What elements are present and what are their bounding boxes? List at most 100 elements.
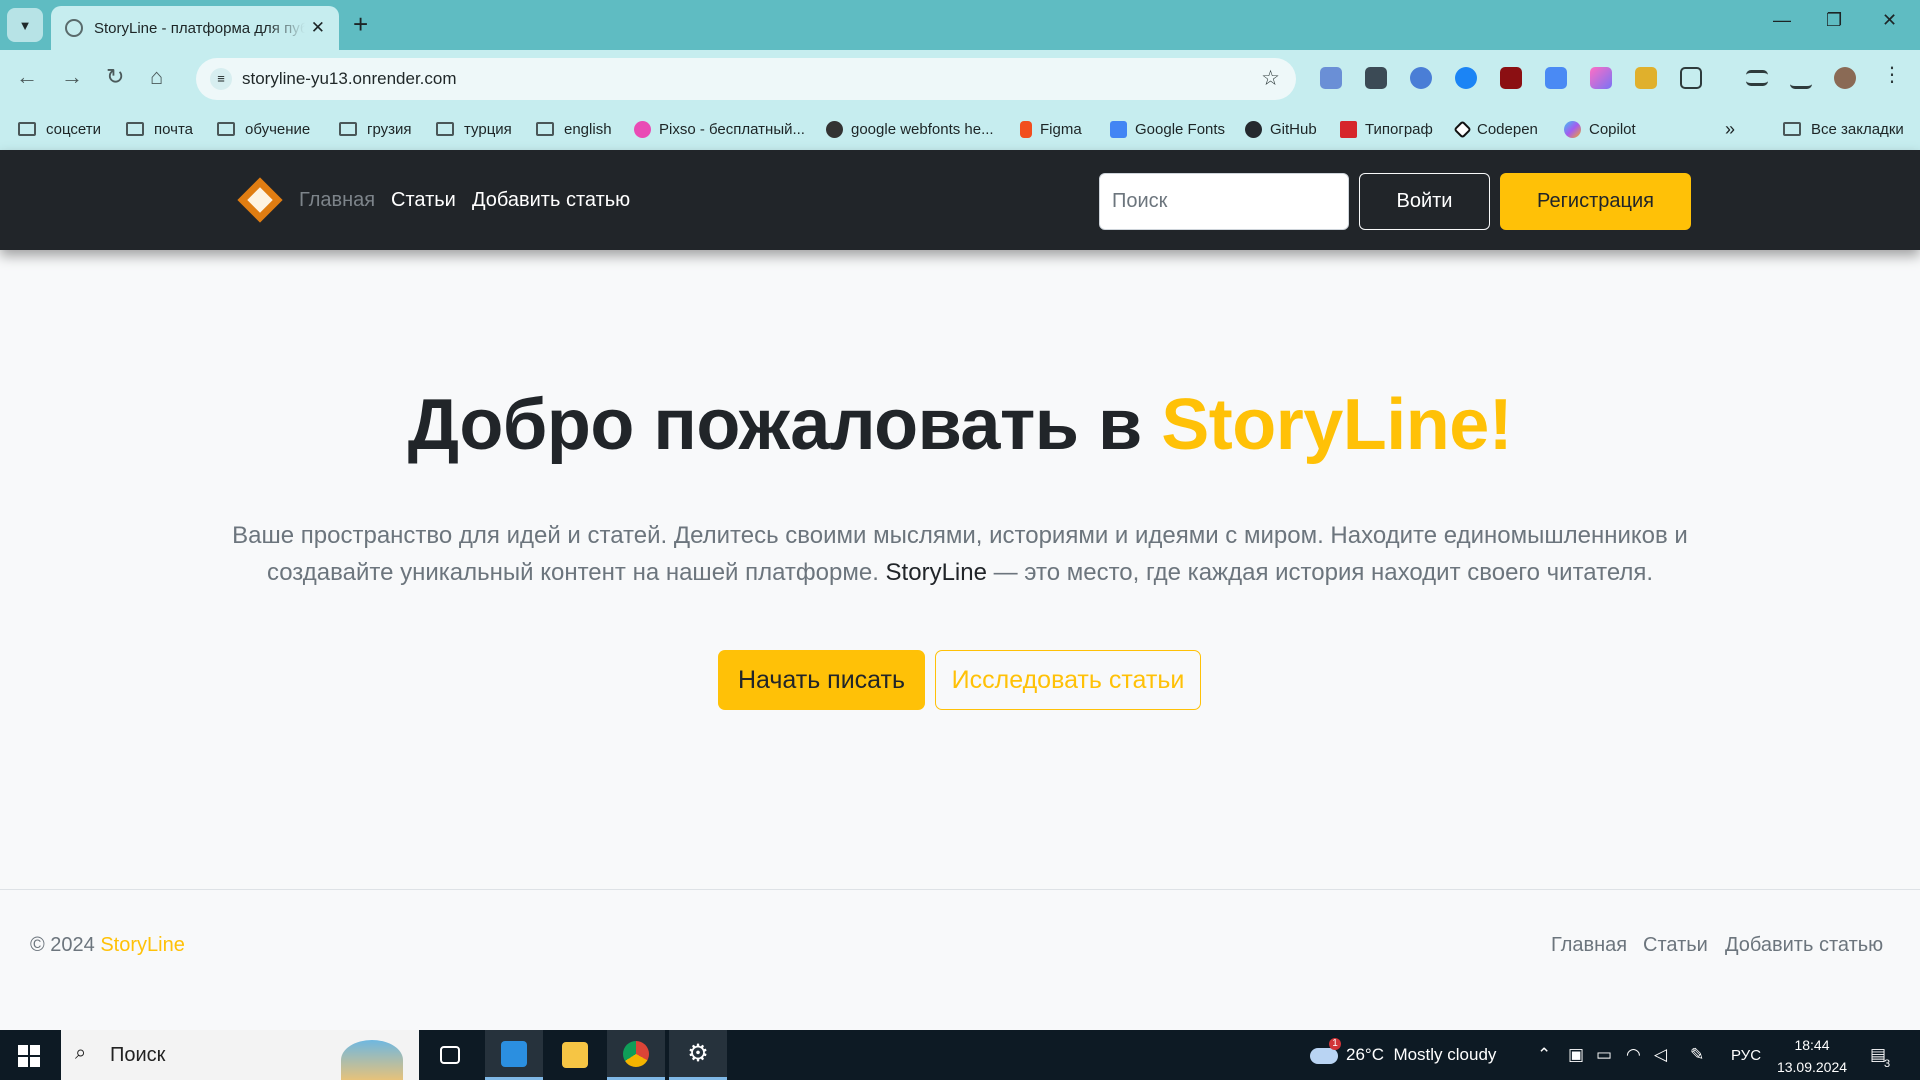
browser-tab-bar: ▼ StoryLine - платформа для публикации с…: [0, 0, 1920, 50]
vscode-icon: [501, 1040, 527, 1067]
folder-icon: [436, 122, 454, 136]
weather-badge: 1: [1329, 1038, 1341, 1050]
bookmark-webfonts[interactable]: google webfonts he...: [826, 117, 994, 141]
bookmark-github[interactable]: GitHub: [1245, 117, 1317, 141]
bookmark-folder[interactable]: почта: [126, 117, 193, 141]
new-tab-button[interactable]: +: [353, 10, 368, 38]
extension-yellow-icon[interactable]: [1635, 67, 1657, 89]
taskbar-search[interactable]: ⌕ Поиск: [61, 1030, 419, 1080]
bookmark-figma[interactable]: Figma: [1020, 117, 1082, 141]
extension-gradient-icon[interactable]: [1590, 67, 1612, 89]
login-button[interactable]: Войти: [1359, 173, 1490, 230]
back-arrow-icon[interactable]: ←: [16, 64, 38, 90]
folder-icon: [562, 1042, 588, 1068]
chevron-down-icon: ▼: [18, 17, 32, 33]
bookmark-star-icon[interactable]: ☆: [1261, 66, 1280, 91]
bookmark-folder[interactable]: грузия: [339, 117, 412, 141]
media-control-icon[interactable]: [1746, 70, 1768, 86]
restore-icon[interactable]: ❐: [1826, 10, 1842, 31]
tab-title: StoryLine - платформа для публикации ста…: [94, 19, 305, 37]
bookmark-codepen[interactable]: Codepen: [1453, 117, 1538, 141]
footer-articles-link[interactable]: Статьи: [1643, 934, 1708, 957]
footer-home-link[interactable]: Главная: [1551, 934, 1627, 957]
vscode-taskbar-button[interactable]: [485, 1030, 543, 1080]
search-icon: ⌕: [75, 1042, 87, 1064]
nav-articles-link[interactable]: Статьи: [391, 189, 456, 212]
wifi-icon[interactable]: ◠: [1626, 1045, 1641, 1065]
ublock-icon[interactable]: [1500, 67, 1522, 89]
battery-icon[interactable]: ▭: [1596, 1045, 1612, 1065]
search-input[interactable]: [1099, 173, 1349, 230]
puzzle-extensions-icon[interactable]: [1680, 67, 1702, 89]
chrome-taskbar-button[interactable]: [607, 1030, 665, 1080]
bookmark-tipograf[interactable]: Типограф: [1340, 117, 1433, 141]
translate-icon[interactable]: [1545, 67, 1567, 89]
footer-divider: [0, 889, 1920, 890]
home-icon[interactable]: ⌂: [150, 64, 163, 90]
extension-robot-icon[interactable]: [1365, 67, 1387, 89]
start-writing-button[interactable]: Начать писать: [718, 650, 925, 710]
footer-brand-link[interactable]: StoryLine: [100, 934, 185, 956]
folder-icon: [339, 122, 357, 136]
bookmark-folder[interactable]: турция: [436, 117, 512, 141]
copilot-icon: [1564, 120, 1581, 138]
search-highlight-image: [341, 1040, 403, 1080]
shazam-icon[interactable]: [1455, 67, 1477, 89]
extension-icon-1[interactable]: [1320, 67, 1342, 89]
volume-icon[interactable]: ◁: [1654, 1045, 1667, 1065]
all-bookmarks[interactable]: Все закладки: [1783, 117, 1904, 141]
globe-icon: [826, 120, 843, 138]
footer-copyright: © 2024 StoryLine: [30, 934, 185, 956]
hero-title-brand: StoryLine!: [1161, 385, 1513, 465]
address-bar[interactable]: ≡ storyline-yu13.onrender.com ☆: [196, 58, 1296, 100]
browser-menu-icon[interactable]: ⋮: [1882, 62, 1904, 86]
download-icon[interactable]: [1790, 67, 1812, 89]
bookmark-folder[interactable]: соцсети: [18, 117, 101, 141]
tipograf-icon: [1340, 120, 1357, 138]
browser-tab-active[interactable]: StoryLine - платформа для публикации ста…: [51, 6, 339, 50]
github-icon: [1245, 120, 1262, 138]
hero-description: Ваше пространство для идей и статей. Дел…: [232, 522, 1688, 586]
reload-icon[interactable]: ↻: [106, 64, 124, 90]
minimize-icon[interactable]: —: [1773, 10, 1791, 31]
tab-search-button[interactable]: ▼: [7, 8, 43, 42]
settings-taskbar-button[interactable]: ⚙: [669, 1030, 727, 1080]
file-explorer-taskbar-button[interactable]: [546, 1030, 604, 1080]
pen-icon[interactable]: ✎: [1690, 1045, 1704, 1065]
bookmark-google-fonts[interactable]: Google Fonts: [1110, 117, 1225, 141]
profile-avatar[interactable]: [1834, 67, 1856, 89]
chrome-icon: [623, 1040, 649, 1067]
bookmark-folder[interactable]: обучение: [217, 117, 310, 141]
hero-title: Добро пожаловать в StoryLine!: [407, 385, 1513, 465]
bookmark-pixso[interactable]: Pixso - бесплатный...: [634, 117, 805, 141]
forward-arrow-icon[interactable]: →: [61, 64, 83, 90]
window-close-icon[interactable]: ✕: [1882, 10, 1897, 31]
register-button[interactable]: Регистрация: [1500, 173, 1691, 230]
meet-now-icon[interactable]: ▣: [1568, 1045, 1584, 1065]
windows-taskbar: ⌕ Поиск ⚙ 26°C Mostly cloudy 1 ⌃ ▣ ▭ ◠ ◁…: [0, 1030, 1920, 1080]
gear-icon: ⚙: [687, 1039, 709, 1067]
bookmark-folder[interactable]: english: [536, 117, 612, 141]
footer-add-article-link[interactable]: Добавить статью: [1725, 934, 1883, 957]
url-text[interactable]: storyline-yu13.onrender.com: [242, 69, 457, 89]
folder-icon: [217, 122, 235, 136]
notifications-count: 3: [1884, 1058, 1891, 1070]
language-indicator[interactable]: РУС: [1731, 1047, 1761, 1064]
bookmarks-overflow-button[interactable]: »: [1725, 117, 1735, 141]
browser-toolbar: ← → ↻ ⌂ ≡ storyline-yu13.onrender.com ☆: [0, 50, 1920, 108]
explore-articles-button[interactable]: Исследовать статьи: [935, 650, 1201, 710]
taskbar-clock[interactable]: 18:44 13.09.2024: [1768, 1034, 1856, 1078]
bookmark-copilot[interactable]: Copilot: [1564, 117, 1636, 141]
nav-add-article-link[interactable]: Добавить статью: [472, 189, 630, 212]
site-info-icon[interactable]: ≡: [210, 68, 232, 90]
storyline-logo[interactable]: [237, 177, 283, 223]
figma-icon: [1020, 120, 1032, 138]
nav-home-link[interactable]: Главная: [299, 189, 375, 212]
task-view-button[interactable]: [421, 1030, 479, 1080]
chevron-up-icon[interactable]: ⌃: [1537, 1045, 1551, 1065]
close-tab-icon[interactable]: ✕: [311, 18, 325, 38]
extension-icon-3[interactable]: [1410, 67, 1432, 89]
google-fonts-icon: [1110, 120, 1127, 138]
windows-start-icon[interactable]: [18, 1045, 40, 1067]
site-navbar: Главная Статьи Добавить статью Войти Рег…: [0, 150, 1920, 250]
